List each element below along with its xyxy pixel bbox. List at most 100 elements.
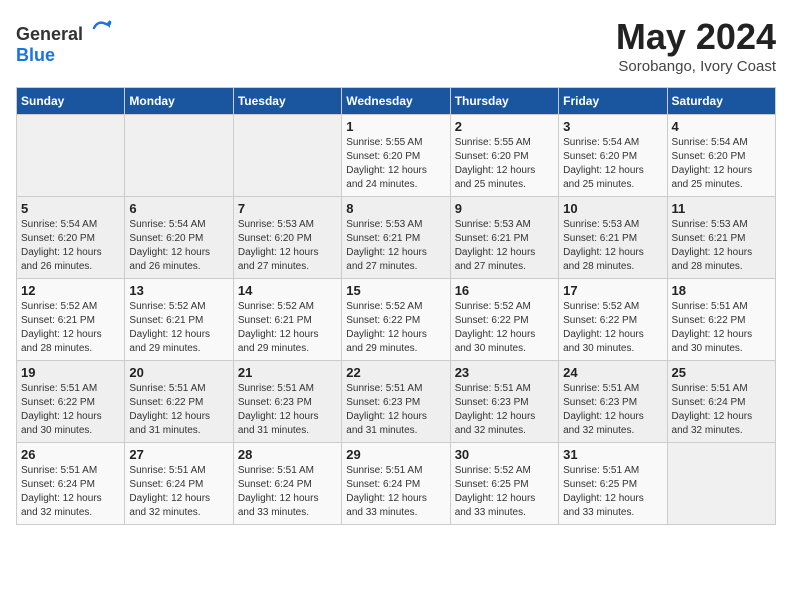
day-info: Sunrise: 5:55 AMSunset: 6:20 PMDaylight:… <box>455 136 554 192</box>
day-info: Sunrise: 5:52 AMSunset: 6:21 PMDaylight:… <box>129 300 228 356</box>
day-number: 6 <box>129 201 228 216</box>
calendar-cell: 26 Sunrise: 5:51 AMSunset: 6:24 PMDayligh… <box>17 443 125 525</box>
day-info: Sunrise: 5:52 AMSunset: 6:21 PMDaylight:… <box>21 300 120 356</box>
day-number: 10 <box>563 201 662 216</box>
day-info: Sunrise: 5:54 AMSunset: 6:20 PMDaylight:… <box>21 218 120 274</box>
calendar-cell: 3 Sunrise: 5:54 AMSunset: 6:20 PMDaylight… <box>559 115 667 197</box>
logo-blue: Blue <box>16 45 55 65</box>
day-number: 26 <box>21 447 120 462</box>
day-info: Sunrise: 5:51 AMSunset: 6:22 PMDaylight:… <box>129 382 228 438</box>
calendar-cell: 14Sunrise: 5:52 AMSunset: 6:21 PMDayligh… <box>233 279 341 361</box>
header-wednesday: Wednesday <box>342 88 450 115</box>
day-number: 11 <box>672 201 771 216</box>
calendar-cell: 5 Sunrise: 5:54 AMSunset: 6:20 PMDaylight… <box>17 197 125 279</box>
calendar-table: Sunday Monday Tuesday Wednesday Thursday… <box>16 87 776 525</box>
header-sunday: Sunday <box>17 88 125 115</box>
day-number: 2 <box>455 119 554 134</box>
day-info: Sunrise: 5:51 AMSunset: 6:22 PMDaylight:… <box>672 300 771 356</box>
logo-general: General <box>16 24 83 44</box>
calendar-cell: 4 Sunrise: 5:54 AMSunset: 6:20 PMDaylight… <box>667 115 775 197</box>
day-number: 20 <box>129 365 228 380</box>
day-info: Sunrise: 5:51 AMSunset: 6:25 PMDaylight:… <box>563 464 662 520</box>
calendar-week-row: 5 Sunrise: 5:54 AMSunset: 6:20 PMDaylight… <box>17 197 776 279</box>
day-info: Sunrise: 5:52 AMSunset: 6:22 PMDaylight:… <box>346 300 445 356</box>
day-number: 12 <box>21 283 120 298</box>
calendar-cell: 22 Sunrise: 5:51 AMSunset: 6:23 PMDayligh… <box>342 361 450 443</box>
day-info: Sunrise: 5:52 AMSunset: 6:22 PMDaylight:… <box>455 300 554 356</box>
calendar-cell <box>125 115 233 197</box>
day-info: Sunrise: 5:51 AMSunset: 6:23 PMDaylight:… <box>346 382 445 438</box>
calendar-cell: 24 Sunrise: 5:51 AMSunset: 6:23 PMDayligh… <box>559 361 667 443</box>
calendar-cell: 20 Sunrise: 5:51 AMSunset: 6:22 PMDayligh… <box>125 361 233 443</box>
day-info: Sunrise: 5:51 AMSunset: 6:22 PMDaylight:… <box>21 382 120 438</box>
day-number: 16 <box>455 283 554 298</box>
calendar-cell <box>233 115 341 197</box>
calendar-cell: 6 Sunrise: 5:54 AMSunset: 6:20 PMDaylight… <box>125 197 233 279</box>
day-info: Sunrise: 5:54 AMSunset: 6:20 PMDaylight:… <box>129 218 228 274</box>
day-number: 25 <box>672 365 771 380</box>
day-info: Sunrise: 5:51 AMSunset: 6:24 PMDaylight:… <box>346 464 445 520</box>
header-tuesday: Tuesday <box>233 88 341 115</box>
calendar-cell <box>667 443 775 525</box>
day-info: Sunrise: 5:51 AMSunset: 6:24 PMDaylight:… <box>672 382 771 438</box>
calendar-cell: 31 Sunrise: 5:51 AMSunset: 6:25 PMDayligh… <box>559 443 667 525</box>
day-info: Sunrise: 5:53 AMSunset: 6:21 PMDaylight:… <box>563 218 662 274</box>
calendar-week-row: 12 Sunrise: 5:52 AMSunset: 6:21 PMDayligh… <box>17 279 776 361</box>
calendar-week-row: 1 Sunrise: 5:55 AMSunset: 6:20 PMDaylight… <box>17 115 776 197</box>
calendar-week-row: 19 Sunrise: 5:51 AMSunset: 6:22 PMDayligh… <box>17 361 776 443</box>
header-friday: Friday <box>559 88 667 115</box>
day-info: Sunrise: 5:53 AMSunset: 6:21 PMDaylight:… <box>346 218 445 274</box>
day-info: Sunrise: 5:52 AMSunset: 6:22 PMDaylight:… <box>563 300 662 356</box>
title-area: May 2024 Sorobango, Ivory Coast <box>616 16 776 75</box>
day-info: Sunrise: 5:53 AMSunset: 6:20 PMDaylight:… <box>238 218 337 274</box>
day-info: Sunrise: 5:55 AMSunset: 6:20 PMDaylight:… <box>346 136 445 192</box>
day-number: 3 <box>563 119 662 134</box>
day-info: Sunrise: 5:53 AMSunset: 6:21 PMDaylight:… <box>672 218 771 274</box>
calendar-cell: 1 Sunrise: 5:55 AMSunset: 6:20 PMDaylight… <box>342 115 450 197</box>
day-number: 19 <box>21 365 120 380</box>
day-info: Sunrise: 5:51 AMSunset: 6:24 PMDaylight:… <box>21 464 120 520</box>
month-title: May 2024 <box>616 16 776 58</box>
calendar-cell: 11 Sunrise: 5:53 AMSunset: 6:21 PMDayligh… <box>667 197 775 279</box>
calendar-cell: 8 Sunrise: 5:53 AMSunset: 6:21 PMDaylight… <box>342 197 450 279</box>
calendar-cell: 7Sunrise: 5:53 AMSunset: 6:20 PMDaylight… <box>233 197 341 279</box>
calendar-cell: 12 Sunrise: 5:52 AMSunset: 6:21 PMDayligh… <box>17 279 125 361</box>
day-number: 31 <box>563 447 662 462</box>
location-subtitle: Sorobango, Ivory Coast <box>616 58 776 75</box>
calendar-cell <box>17 115 125 197</box>
day-info: Sunrise: 5:52 AMSunset: 6:25 PMDaylight:… <box>455 464 554 520</box>
day-number: 1 <box>346 119 445 134</box>
logo: General Blue <box>16 16 114 66</box>
day-info: Sunrise: 5:51 AMSunset: 6:23 PMDaylight:… <box>238 382 337 438</box>
header: General Blue May 2024 Sorobango, Ivory C… <box>16 16 776 75</box>
calendar-cell: 25 Sunrise: 5:51 AMSunset: 6:24 PMDayligh… <box>667 361 775 443</box>
day-number: 30 <box>455 447 554 462</box>
day-number: 21 <box>238 365 337 380</box>
day-number: 8 <box>346 201 445 216</box>
day-info: Sunrise: 5:52 AMSunset: 6:21 PMDaylight:… <box>238 300 337 356</box>
calendar-cell: 30 Sunrise: 5:52 AMSunset: 6:25 PMDayligh… <box>450 443 558 525</box>
day-info: Sunrise: 5:51 AMSunset: 6:23 PMDaylight:… <box>563 382 662 438</box>
day-number: 4 <box>672 119 771 134</box>
day-number: 24 <box>563 365 662 380</box>
calendar-week-row: 26 Sunrise: 5:51 AMSunset: 6:24 PMDayligh… <box>17 443 776 525</box>
day-number: 28 <box>238 447 337 462</box>
day-number: 23 <box>455 365 554 380</box>
header-saturday: Saturday <box>667 88 775 115</box>
day-number: 9 <box>455 201 554 216</box>
calendar-cell: 28 Sunrise: 5:51 AMSunset: 6:24 PMDayligh… <box>233 443 341 525</box>
header-monday: Monday <box>125 88 233 115</box>
day-number: 22 <box>346 365 445 380</box>
day-number: 5 <box>21 201 120 216</box>
day-number: 17 <box>563 283 662 298</box>
calendar-header-row: Sunday Monday Tuesday Wednesday Thursday… <box>17 88 776 115</box>
calendar-cell: 19 Sunrise: 5:51 AMSunset: 6:22 PMDayligh… <box>17 361 125 443</box>
day-number: 18 <box>672 283 771 298</box>
day-info: Sunrise: 5:54 AMSunset: 6:20 PMDaylight:… <box>672 136 771 192</box>
day-info: Sunrise: 5:54 AMSunset: 6:20 PMDaylight:… <box>563 136 662 192</box>
day-number: 29 <box>346 447 445 462</box>
calendar-cell: 21 Sunrise: 5:51 AMSunset: 6:23 PMDayligh… <box>233 361 341 443</box>
calendar-cell: 10 Sunrise: 5:53 AMSunset: 6:21 PMDayligh… <box>559 197 667 279</box>
calendar-cell: 16 Sunrise: 5:52 AMSunset: 6:22 PMDayligh… <box>450 279 558 361</box>
day-info: Sunrise: 5:51 AMSunset: 6:24 PMDaylight:… <box>238 464 337 520</box>
